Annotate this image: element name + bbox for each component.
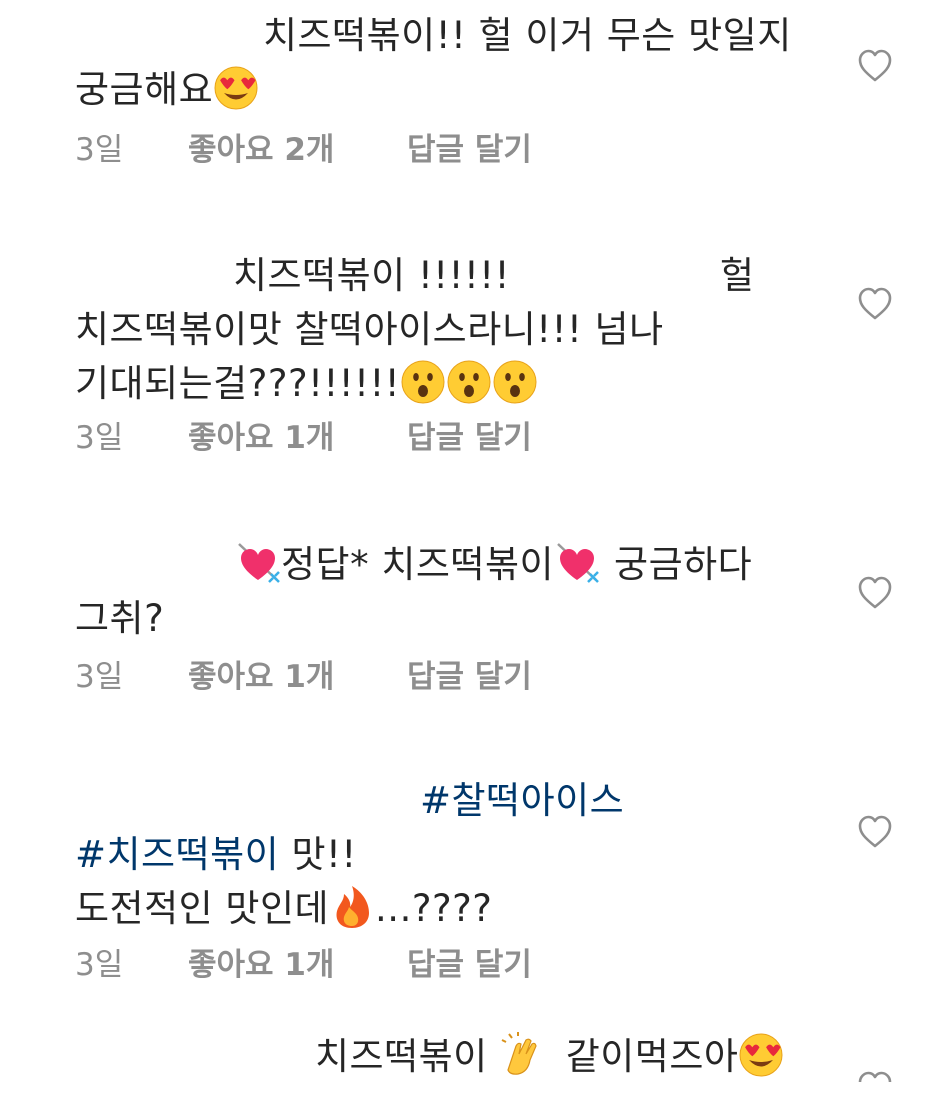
like-heart-icon[interactable]	[857, 575, 893, 611]
likes-count[interactable]: 좋아요 2개	[188, 125, 334, 175]
reply-button[interactable]: 답글 달기	[407, 413, 532, 463]
likes-count[interactable]: 좋아요 1개	[188, 413, 334, 463]
comment-time: 3일	[75, 947, 124, 983]
heart-with-arrow-emoji	[556, 542, 600, 584]
comment-text: 정답* 치즈떡볶이 궁금하다 그취?	[75, 538, 815, 646]
like-heart-icon[interactable]	[857, 286, 893, 322]
redacted-username	[75, 782, 420, 823]
like-heart-icon[interactable]	[857, 1070, 893, 1082]
redacted-username	[75, 1038, 315, 1079]
hashtag-link[interactable]: #치즈떡볶이	[75, 833, 279, 876]
likes-count[interactable]: 좋아요 1개	[188, 652, 334, 702]
likes-count[interactable]: 좋아요 1개	[188, 940, 334, 990]
reply-button[interactable]: 답글 달기	[407, 940, 532, 990]
comment-time: 3일	[75, 420, 124, 456]
surprised-face-emoji	[447, 360, 491, 404]
clapping-hands-emoji	[500, 1032, 537, 1076]
redacted-username	[75, 17, 263, 58]
heart-eyes-emoji	[214, 66, 258, 110]
redacted-username	[75, 546, 235, 587]
comment-time: 3일	[75, 132, 124, 168]
comment-text: 치즈떡볶이 !!!!!! 헐 치즈떡볶이맛 찰떡아이스라니!!! 넘나 기대되는걸…	[75, 254, 755, 405]
like-heart-icon[interactable]	[857, 814, 893, 850]
comment-time: 3일	[75, 659, 124, 695]
redacted-username	[75, 257, 233, 298]
heart-eyes-emoji	[739, 1033, 783, 1077]
comment-text: #찰떡아이스 #치즈떡볶이 맛!! 도전적인 맛인데...????	[75, 779, 625, 930]
surprised-face-emoji	[401, 360, 445, 404]
redacted-mention	[509, 257, 720, 298]
reply-button[interactable]: 답글 달기	[407, 125, 532, 175]
reply-button[interactable]: 답글 달기	[407, 652, 532, 702]
like-heart-icon[interactable]	[857, 48, 893, 84]
hashtag-link[interactable]: #찰떡아이스	[420, 779, 624, 822]
fire-emoji	[336, 886, 370, 928]
comment-text: 치즈떡볶이!! 헐 이거 무슨 맛일지 궁금해요	[75, 14, 792, 111]
heart-with-arrow-emoji	[237, 542, 281, 584]
comment-text: 치즈떡볶이 같이먹즈아	[75, 1030, 815, 1084]
surprised-face-emoji	[493, 360, 537, 404]
